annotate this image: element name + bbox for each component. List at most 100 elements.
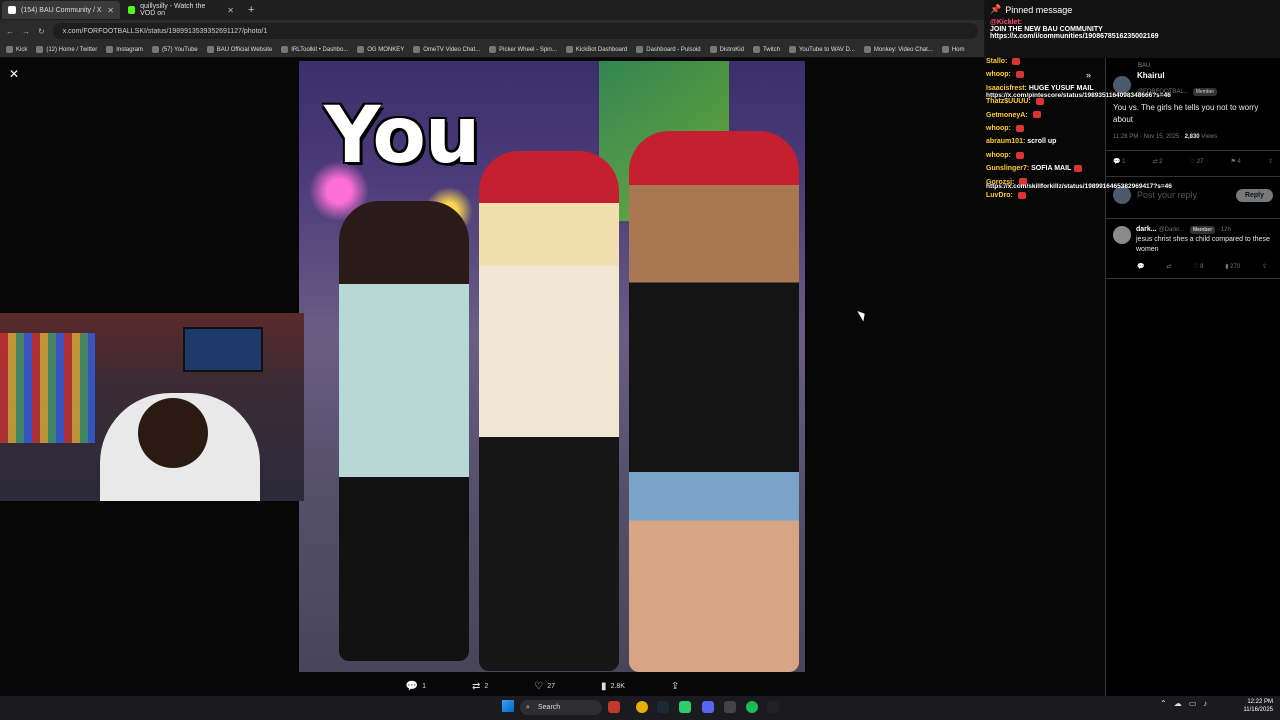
taskbar-search[interactable]: ⌕ Search <box>520 700 602 715</box>
chat-username[interactable]: LuvDro: <box>986 192 1013 199</box>
taskbar-app-icon[interactable] <box>679 701 691 713</box>
chat-username[interactable]: whoop: <box>986 71 1011 78</box>
bookmark-favicon-icon <box>489 46 497 53</box>
chat-message: whoop: <box>986 122 1104 135</box>
tweet-detail-panel <box>1105 58 1280 696</box>
repost-action[interactable]: ⇄ <box>1166 263 1171 270</box>
reload-icon[interactable]: ↻ <box>38 27 45 36</box>
bookmark-label: IRLToolkit • Dashbo... <box>291 46 349 53</box>
back-arrow-icon[interactable]: ← <box>6 27 14 36</box>
reply-count: 1 <box>422 682 426 690</box>
reply-action[interactable]: 💬 <box>1137 263 1144 270</box>
like-action[interactable]: ♡ 27 <box>1190 158 1204 165</box>
chat-username[interactable]: GetmoneyA: <box>986 112 1028 119</box>
bookmark-item[interactable]: Picker Wheel - Spin... <box>489 46 557 53</box>
tweet-photo[interactable]: You <box>299 61 805 672</box>
share-action[interactable]: ⇪ <box>671 681 679 692</box>
close-viewer-icon[interactable]: ✕ <box>9 67 19 81</box>
bookmark-label: Dashboard - Pulsoid <box>646 46 701 53</box>
chat-username[interactable]: Stallo: <box>986 58 1007 65</box>
bookmark-label: Kick <box>16 46 28 53</box>
tweet-time[interactable]: 11:28 PM · Nov 15, 2025 · <box>1113 134 1183 140</box>
taskbar-app-icon[interactable] <box>724 701 736 713</box>
bookmark-item[interactable]: Hom <box>941 46 964 53</box>
like-action[interactable]: ♡ 8 <box>1193 263 1203 270</box>
bookmark-item[interactable]: DistroKid <box>709 46 744 53</box>
discord-icon[interactable] <box>702 701 714 713</box>
close-tab-icon[interactable]: ✕ <box>227 6 234 15</box>
chat-username[interactable]: Isaacisfrest: <box>986 85 1027 92</box>
reply-action[interactable]: 💬 1 <box>406 681 426 692</box>
reply-input[interactable]: Post your reply <box>1137 190 1230 200</box>
divider <box>1105 278 1280 279</box>
address-bar-row: ← → ↻ x.com/FORFOOTBALLSKI/status/198991… <box>0 20 986 42</box>
network-icon[interactable]: ▭ <box>1189 699 1197 708</box>
bookmark-item[interactable]: Dashboard - Pulsoid <box>636 46 701 53</box>
obs-icon[interactable] <box>767 701 779 713</box>
bookmark-item[interactable]: (57) YouTube <box>151 46 198 53</box>
chrome-icon[interactable] <box>636 701 648 713</box>
share-icon[interactable]: ⇪ <box>1268 158 1273 165</box>
bookmark-item[interactable]: OmeTV Video Chat... <box>413 46 480 53</box>
reply-button[interactable]: Reply <box>1235 188 1273 202</box>
kick-logo-icon <box>128 6 136 14</box>
reply-comment[interactable]: dark... @Darkr... Member · 12h jesus chr… <box>1113 226 1273 255</box>
close-tab-icon[interactable]: ✕ <box>107 6 114 15</box>
tweet-action-bar: 💬 1 ⇄ 2 ♡ 27 ⚑ 4 ⇪ <box>1113 158 1273 165</box>
repost-action[interactable]: ⇄ 2 <box>1153 158 1163 165</box>
author-name[interactable]: Khairul <box>1137 71 1217 80</box>
views-action[interactable]: ▮ 270 <box>1225 263 1240 270</box>
divider <box>1105 218 1280 219</box>
chat-username[interactable]: whoop: <box>986 125 1011 132</box>
url-input[interactable]: x.com/FORFOOTBALLSKI/status/198991353935… <box>52 23 978 39</box>
bookmark-item[interactable]: BAU Official Website <box>206 46 273 53</box>
bookmark-item[interactable]: KickBot Dashboard <box>565 46 627 53</box>
bookmark-label: BAU Official Website <box>216 46 273 53</box>
avatar[interactable] <box>1113 75 1131 94</box>
viewer-action-bar: 💬 1 ⇄ 2 ♡ 27 ▮ 2.8K ⇪ <box>0 676 1105 696</box>
comment-author[interactable]: dark... <box>1136 226 1157 233</box>
community-label[interactable]: BAU <box>1138 63 1273 69</box>
bookmark-item[interactable]: Twitch <box>752 46 780 53</box>
reply-action[interactable]: 💬 1 <box>1113 158 1125 165</box>
chat-message: whoop: <box>986 149 1104 162</box>
chevron-up-icon[interactable]: ⌃ <box>1160 699 1167 708</box>
chat-username[interactable]: Gunslinger7: <box>986 165 1029 172</box>
bookmark-label: Instagram <box>116 46 143 53</box>
person-middle <box>479 151 619 671</box>
bookmark-item[interactable]: Kick <box>6 46 27 53</box>
comment-text: jesus christ shes a child compared to th… <box>1136 236 1270 253</box>
expand-chat-icon[interactable]: » <box>1086 70 1091 80</box>
repost-action[interactable]: ⇄ 2 <box>472 681 488 692</box>
share-icon[interactable]: ⇪ <box>1262 263 1267 270</box>
like-action[interactable]: ♡ 27 <box>534 681 555 692</box>
bookmark-item[interactable]: YouTube to WAV D... <box>788 46 855 53</box>
chat-username[interactable]: whoop: <box>986 152 1011 159</box>
windows-start-icon[interactable] <box>502 700 514 712</box>
spotify-icon[interactable] <box>746 701 758 713</box>
bookmark-item[interactable]: Instagram <box>106 46 143 53</box>
bookmark-item[interactable]: (12) Home / Twitter <box>36 46 97 53</box>
chat-username[interactable]: abraum101: <box>986 138 1025 145</box>
bookmark-action[interactable]: ⚑ 4 <box>1231 158 1241 165</box>
volume-icon[interactable]: ♪ <box>1203 699 1207 708</box>
new-tab-button[interactable]: + <box>242 4 260 16</box>
repost-icon: ⇄ <box>471 680 481 692</box>
search-label: Search <box>538 704 561 711</box>
taskbar-app-icon[interactable] <box>608 701 620 713</box>
bookmark-item[interactable]: IRLToolkit • Dashbo... <box>281 46 348 53</box>
bookmark-label: Twitch <box>762 46 780 53</box>
chat-username[interactable]: Thatz$UUUU: <box>986 98 1031 105</box>
bookmark-item[interactable]: Monkey: Video Chat... <box>863 46 933 53</box>
bookmark-item[interactable]: OG MONKEY <box>357 46 404 53</box>
cloud-icon[interactable]: ☁ <box>1174 699 1182 708</box>
taskbar-clock[interactable]: 12:22 PM 11/16/2025 <box>1237 698 1273 714</box>
avatar[interactable] <box>1113 226 1131 244</box>
forward-arrow-icon[interactable]: → <box>22 27 30 36</box>
tab-bau-community[interactable]: (154) BAU Community / X ✕ <box>2 1 120 19</box>
tab-kick-vod[interactable]: quillysilly - Watch the VOD on ✕ <box>122 1 240 19</box>
comment-time: · 12h <box>1217 227 1231 233</box>
views-action[interactable]: ▮ 2.8K <box>601 681 625 692</box>
steam-icon[interactable] <box>657 701 669 713</box>
comment-handle[interactable]: @Darkr... <box>1159 227 1184 233</box>
